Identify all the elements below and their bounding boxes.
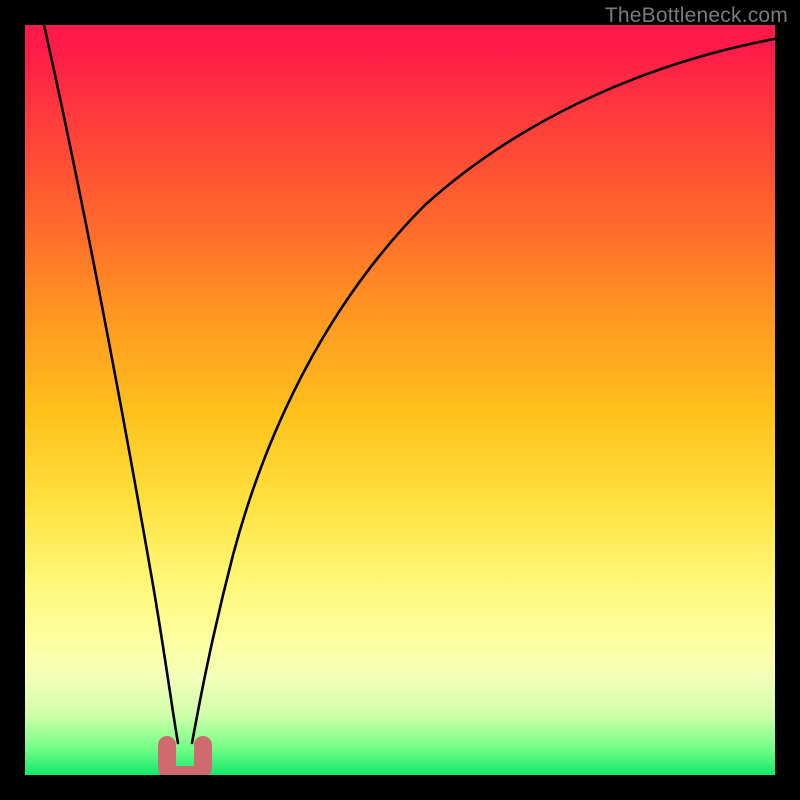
bottleneck-curve-line bbox=[44, 25, 775, 743]
curve-layer bbox=[25, 25, 775, 775]
watermark-label: TheBottleneck.com bbox=[605, 4, 788, 28]
chart-frame: TheBottleneck.com bbox=[0, 0, 800, 800]
minimum-marker-icon bbox=[167, 745, 203, 775]
plot-area bbox=[25, 25, 775, 775]
